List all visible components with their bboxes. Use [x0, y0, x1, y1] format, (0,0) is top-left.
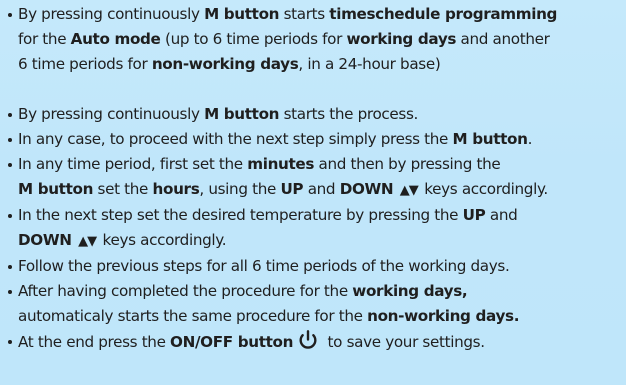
text: (up to 6 time periods for: [160, 30, 347, 48]
up-down-arrows-icon: ▲▼: [399, 183, 419, 198]
text: In any case, to proceed with the next st…: [18, 130, 453, 148]
instruction-line: At the end press the ON/OFF button to sa…: [18, 329, 624, 355]
instructions-document: By pressing continuously M button starts…: [0, 0, 626, 385]
instruction-item: In any case, to proceed with the next st…: [8, 127, 624, 152]
text: By pressing continuously: [18, 5, 205, 23]
bold-text: minutes: [247, 155, 315, 173]
instruction-list: By pressing continuously M button starts…: [8, 2, 624, 355]
instruction-item: Follow the previous steps for all 6 time…: [8, 254, 624, 279]
text: .: [527, 130, 533, 148]
text: and another: [456, 30, 550, 48]
text: In any time period, first set the: [18, 155, 248, 173]
instruction-line: By pressing continuously M button starts…: [18, 102, 624, 127]
text: Follow the previous steps for all 6 time…: [18, 257, 510, 275]
instruction-line: Follow the previous steps for all 6 time…: [18, 254, 624, 279]
instruction-line: After having completed the procedure for…: [18, 279, 624, 304]
text: After having completed the procedure for…: [18, 282, 353, 300]
bold-text: DOWN: [339, 180, 394, 198]
text: , in a 24-hour base): [298, 55, 441, 73]
instruction-item: By pressing continuously M button starts…: [8, 102, 624, 127]
instruction-item: By pressing continuously M button starts…: [8, 2, 624, 77]
instruction-line: In any time period, first set the minute…: [18, 152, 624, 177]
text: [72, 231, 76, 249]
bold-text: UP: [280, 180, 304, 198]
text: [393, 180, 397, 198]
text: and: [485, 206, 518, 224]
instruction-line: In the next step set the desired tempera…: [18, 203, 624, 228]
text: set the: [93, 180, 153, 198]
instruction-item: At the end press the ON/OFF button to sa…: [8, 329, 624, 355]
bold-text: working days,: [352, 282, 468, 300]
text: and then by pressing the: [314, 155, 501, 173]
instruction-line: for the Auto mode (up to 6 time periods …: [18, 27, 624, 52]
bold-text: M button: [204, 5, 280, 23]
bold-text: timeschedule programming: [329, 5, 558, 23]
instruction-line: automaticaly starts the same procedure f…: [18, 304, 624, 329]
bold-text: working days: [346, 30, 457, 48]
bold-text: M button: [18, 180, 94, 198]
text: for the: [18, 30, 71, 48]
bold-text: hours: [152, 180, 200, 198]
text: At the end press the: [18, 333, 171, 351]
instruction-item: After having completed the procedure for…: [8, 279, 624, 329]
text: 6 time periods for: [18, 55, 152, 73]
bold-text: non-working days: [151, 55, 299, 73]
text: keys accordingly.: [98, 231, 227, 249]
instruction-item: In any time period, first set the minute…: [8, 152, 624, 203]
text: By pressing continuously: [18, 105, 205, 123]
bold-text: ON/OFF button: [170, 333, 294, 351]
text: , using the: [199, 180, 281, 198]
instruction-line: 6 time periods for non-working days, in …: [18, 52, 624, 77]
text: keys accordingly.: [419, 180, 548, 198]
text: In the next step set the desired tempera…: [18, 206, 463, 224]
power-icon: [297, 329, 319, 351]
bold-text: M button: [452, 130, 528, 148]
text: starts the process.: [279, 105, 419, 123]
text: to save your settings.: [323, 333, 485, 351]
bold-text: Auto mode: [70, 30, 161, 48]
bold-text: UP: [462, 206, 486, 224]
bold-text: M button: [204, 105, 280, 123]
text: and: [303, 180, 340, 198]
instruction-item: In the next step set the desired tempera…: [8, 203, 624, 254]
instruction-line: DOWN ▲▼ keys accordingly.: [18, 228, 624, 254]
instruction-line: By pressing continuously M button starts…: [18, 2, 624, 27]
text: starts: [279, 5, 330, 23]
up-down-arrows-icon: ▲▼: [78, 234, 97, 249]
instruction-line: In any case, to proceed with the next st…: [18, 127, 624, 152]
text: automaticaly starts the same procedure f…: [18, 307, 368, 325]
bold-text: non-working days.: [367, 307, 520, 325]
bold-text: DOWN: [18, 231, 72, 249]
instruction-line: M button set the hours, using the UP and…: [18, 177, 624, 203]
